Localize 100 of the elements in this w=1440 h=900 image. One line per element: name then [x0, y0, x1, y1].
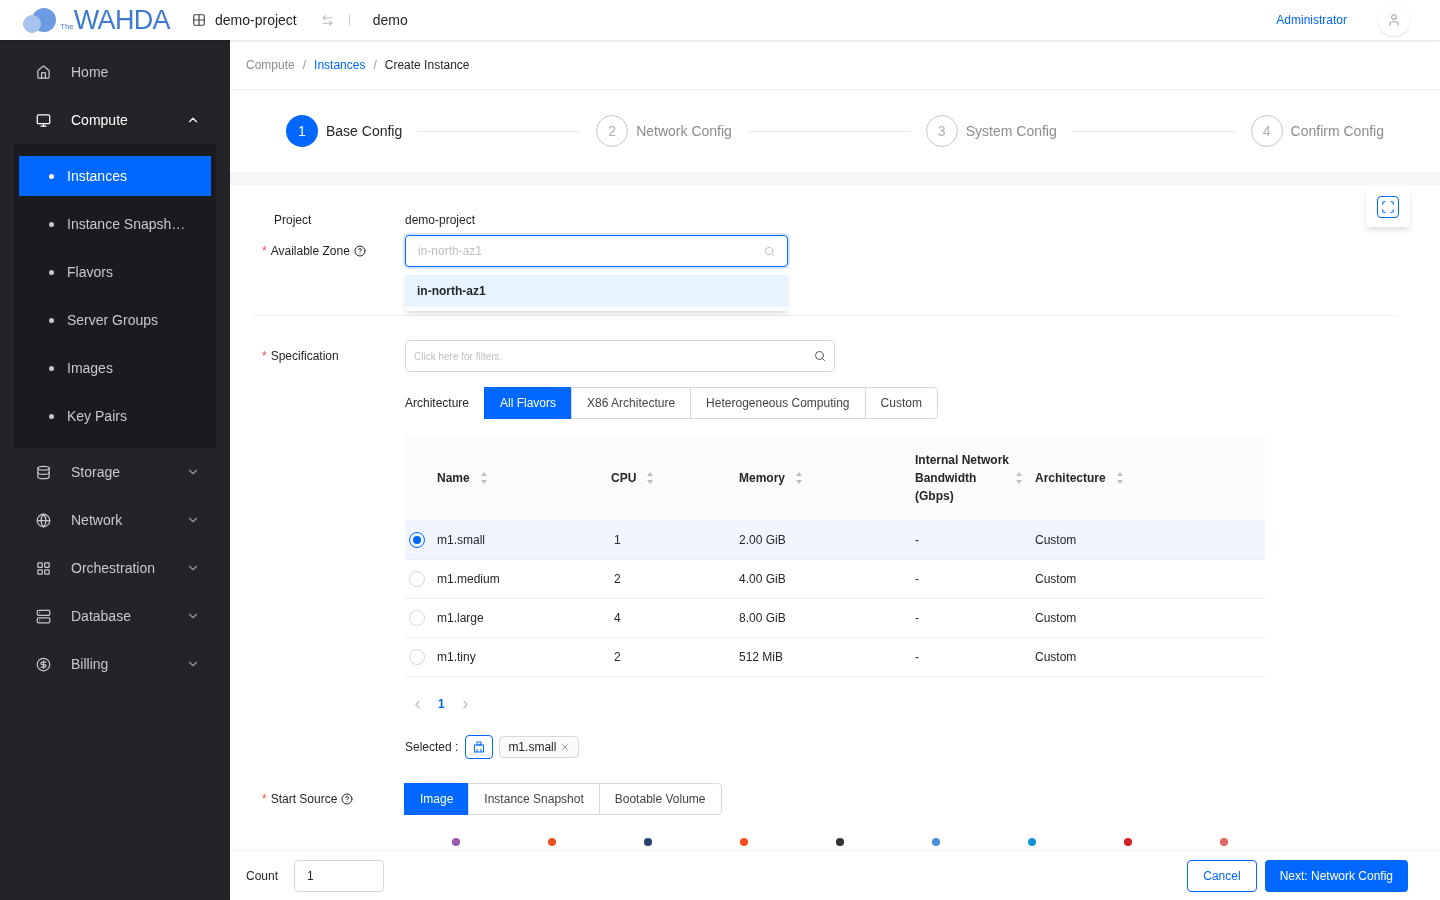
switch-icon[interactable] — [320, 13, 334, 27]
source-tab[interactable]: Bootable Volume — [598, 783, 722, 815]
fullscreen-button[interactable] — [1366, 187, 1410, 227]
table-cell-text: Custom — [1035, 571, 1078, 588]
close-icon[interactable] — [560, 742, 571, 752]
breadcrumb-item: Create Instance — [384, 56, 470, 74]
sidebar-item[interactable]: Home — [14, 48, 216, 96]
sidebar-item[interactable]: Network — [14, 496, 216, 544]
sidebar-label: Network — [71, 510, 124, 530]
submenu-item[interactable]: Instance Snapsh… — [19, 204, 211, 244]
required-mark: * — [262, 243, 267, 260]
breadcrumb-item[interactable]: Instances — [314, 55, 366, 74]
architecture-tab[interactable]: Custom — [864, 387, 938, 419]
table-row[interactable]: m1.small 1 2.00 GiB - Custom — [405, 521, 1265, 560]
submenu-label: Instances — [67, 166, 127, 186]
clear-button[interactable] — [465, 735, 494, 759]
sidebar-item[interactable]: Compute — [14, 96, 216, 144]
search-icon — [814, 350, 826, 362]
sort-icon[interactable] — [479, 470, 488, 485]
field-label: Start Source — [270, 791, 338, 808]
table-cell-text: m1.large — [437, 610, 484, 627]
table-cell-text: 2 — [613, 571, 622, 588]
project-name[interactable]: demo-project — [215, 9, 297, 31]
search-placeholder: Click here for filters. — [414, 349, 504, 364]
sidebar-label: Compute — [71, 110, 129, 130]
architecture-tab[interactable]: Heterogeneous Computing — [690, 387, 866, 419]
step-label: Confirm Config — [1290, 121, 1384, 141]
menu-icon — [36, 512, 51, 528]
submenu-item[interactable]: Images — [19, 348, 211, 388]
sort-icon[interactable] — [795, 470, 803, 485]
breadcrumb-item: Compute — [246, 56, 295, 74]
select-placeholder: in-north-az1 — [418, 243, 484, 260]
help-icon[interactable] — [341, 793, 354, 805]
table-cell-text: - — [915, 532, 920, 549]
submenu-item[interactable]: Key Pairs — [19, 396, 211, 436]
column-header: CPU — [611, 469, 637, 487]
sidebar-label: Orchestration — [71, 558, 157, 578]
region-name[interactable]: demo — [372, 9, 408, 31]
table-row[interactable]: m1.large 4 8.00 GiB - Custom — [405, 599, 1265, 638]
logo-small-text: The — [60, 21, 74, 33]
step-label: Network Config — [636, 121, 732, 141]
sidebar-label: Storage — [71, 462, 122, 482]
sidebar-label: Billing — [71, 654, 110, 674]
column-header: Architecture — [1035, 469, 1106, 487]
table-cell-text: 4 — [613, 610, 622, 627]
table-row[interactable]: m1.medium 2 4.00 GiB - Custom — [405, 560, 1265, 599]
tag-label: m1.small — [508, 739, 557, 756]
column-header: Internal Network Bandwidth (Gbps) — [915, 451, 1011, 505]
breadcrumb-separator: / — [373, 56, 377, 74]
cancel-button[interactable]: Cancel — [1187, 860, 1257, 892]
submenu-item[interactable]: Server Groups — [19, 300, 211, 340]
architecture-tab[interactable]: All Flavors — [484, 387, 573, 419]
table-cell-text: 8.00 GiB — [739, 610, 787, 627]
sidebar-item[interactable]: Storage — [14, 448, 216, 496]
table-cell-text: Custom — [1035, 532, 1078, 549]
table-cell-text: Custom — [1035, 610, 1078, 627]
submenu-label: Key Pairs — [67, 406, 127, 426]
column-header: Name — [437, 469, 470, 487]
table-cell-text: 4.00 GiB — [739, 571, 787, 588]
sort-icon[interactable] — [646, 470, 655, 485]
menu-icon — [36, 464, 51, 480]
sidebar-item[interactable]: Billing — [14, 640, 216, 688]
dropdown-option[interactable]: in-north-az1 — [405, 275, 788, 307]
sidebar-label: Database — [71, 606, 132, 626]
submenu-item[interactable]: Flavors — [19, 252, 211, 292]
table-cell-text: Custom — [1035, 649, 1078, 666]
sidebar-item[interactable]: Database — [14, 592, 216, 640]
next-button[interactable]: Next: Network Config — [1264, 860, 1408, 892]
user-link[interactable]: Administrator — [1276, 11, 1347, 29]
required-mark: * — [262, 348, 267, 365]
bullet-icon — [49, 221, 54, 227]
field-label: Project — [273, 212, 313, 229]
page-number[interactable]: 1 — [438, 695, 445, 713]
step-number: 1 — [286, 115, 318, 147]
architecture-tab[interactable]: X86 Architecture — [571, 387, 692, 419]
field-label: Available Zone — [270, 243, 350, 260]
table-cell-text: 2 — [613, 649, 622, 666]
sidebar-label: Home — [71, 62, 110, 82]
expand-icon — [1377, 196, 1399, 218]
table-row[interactable]: m1.tiny 2 512 MiB - Custom — [405, 638, 1265, 677]
count-label: Count — [246, 868, 279, 885]
help-icon[interactable] — [353, 245, 366, 257]
bullet-icon — [49, 365, 54, 371]
table-cell-text: - — [915, 649, 920, 666]
source-tab[interactable]: Instance Snapshot — [468, 783, 600, 815]
grid-icon[interactable] — [192, 13, 206, 27]
table-cell-text: m1.small — [437, 532, 485, 549]
count-input[interactable]: 1 — [294, 860, 385, 892]
submenu-item[interactable]: Instances — [19, 156, 211, 196]
bullet-icon — [49, 173, 54, 179]
project-value: demo-project — [405, 212, 476, 229]
sort-icon[interactable] — [1115, 470, 1124, 485]
sort-icon[interactable] — [1015, 470, 1023, 485]
sidebar-item[interactable]: Orchestration — [14, 544, 216, 592]
menu-icon — [36, 656, 51, 672]
search-icon — [764, 245, 775, 257]
source-tab[interactable]: Image — [404, 783, 470, 815]
submenu-label: Server Groups — [67, 310, 159, 330]
table-cell-text: 512 MiB — [739, 649, 785, 666]
table-cell-text: - — [915, 571, 920, 588]
